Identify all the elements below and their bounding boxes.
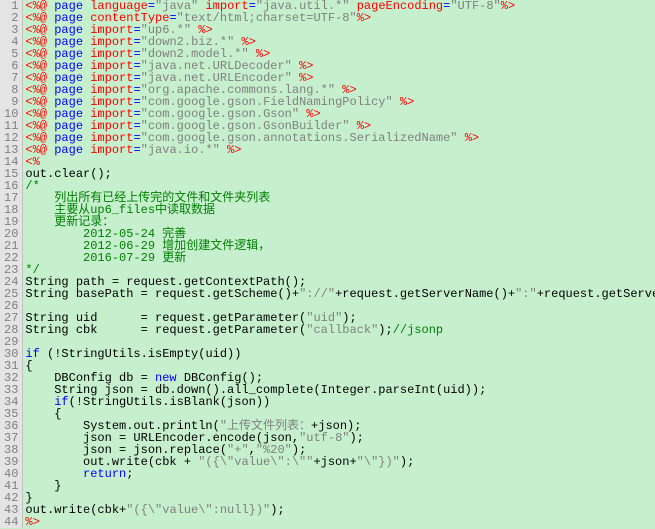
line-number-gutter: 1234567891011121314151617181920212223242…: [0, 0, 23, 528]
token-black: );: [378, 323, 392, 337]
token-blue: [220, 143, 227, 157]
token-black: );: [270, 503, 284, 517]
token-black: +request.getServerPort()+path+: [537, 287, 655, 301]
token-gray: "://": [299, 287, 335, 301]
token-black: String basePath = request.getScheme()+: [25, 287, 299, 301]
token-black: +json+: [313, 455, 356, 469]
token-black: String cbk = request.getParameter(: [25, 323, 306, 337]
token-gray: "utf-8": [299, 431, 349, 445]
token-blue: return: [83, 467, 126, 481]
token-red: import: [90, 143, 133, 157]
code-line[interactable]: String cbk = request.getParameter("callb…: [25, 324, 655, 336]
token-black: +request.getServerName()+: [335, 287, 515, 301]
token-red: %>: [400, 95, 414, 109]
token-black: (!StringUtils.isBlank(json)): [69, 395, 271, 409]
token-gray: ":": [515, 287, 537, 301]
code-line[interactable]: %>: [25, 516, 655, 528]
token-blue: [393, 95, 400, 109]
token-gray: "java.io.*": [141, 143, 220, 157]
token-blue: [458, 131, 465, 145]
token-red: %>: [227, 143, 241, 157]
code-line[interactable]: out.write(cbk+"({\"value\":null})");: [25, 504, 655, 516]
token-gray: "callback": [306, 323, 378, 337]
token-black: );: [400, 455, 414, 469]
code-line[interactable]: <%@ page import="java.io.*" %>: [25, 144, 655, 156]
token-red: %>: [465, 131, 479, 145]
code-editor-content[interactable]: <%@ page language="java" import="java.ut…: [23, 0, 655, 528]
code-line[interactable]: String basePath = request.getScheme()+":…: [25, 288, 655, 300]
code-line[interactable]: }: [25, 480, 655, 492]
token-red: %>: [357, 11, 371, 25]
line-number: 44: [4, 516, 18, 528]
code-line[interactable]: out.clear();: [25, 168, 655, 180]
code-line[interactable]: 2016-07-29 更新: [25, 252, 655, 264]
code-line[interactable]: if(!StringUtils.isBlank(json)): [25, 396, 655, 408]
code-line[interactable]: if (!StringUtils.isEmpty(uid)): [25, 348, 655, 360]
token-black: out.write(cbk+: [25, 503, 126, 517]
token-red: %>: [25, 515, 39, 528]
token-green: //jsonp: [393, 323, 443, 337]
code-line[interactable]: return;: [25, 468, 655, 480]
code-line[interactable]: <%: [25, 156, 655, 168]
code-line[interactable]: 主要从up6_files中读取数据: [25, 204, 655, 216]
token-blue: =: [133, 143, 140, 157]
token-black: );: [349, 431, 363, 445]
token-black: ;: [126, 467, 133, 481]
token-gray: "\"})": [357, 455, 400, 469]
token-gray: "({\"value\":null})": [126, 503, 270, 517]
token-green: 2016-07-29 更新: [25, 251, 186, 265]
token-red: %>: [501, 0, 515, 13]
token-black: (!StringUtils.isEmpty(uid)): [47, 347, 241, 361]
token-gray: "({\"value\":\"": [198, 455, 313, 469]
token-gray: "UTF-8": [450, 0, 500, 13]
token-blue: page: [54, 143, 90, 157]
